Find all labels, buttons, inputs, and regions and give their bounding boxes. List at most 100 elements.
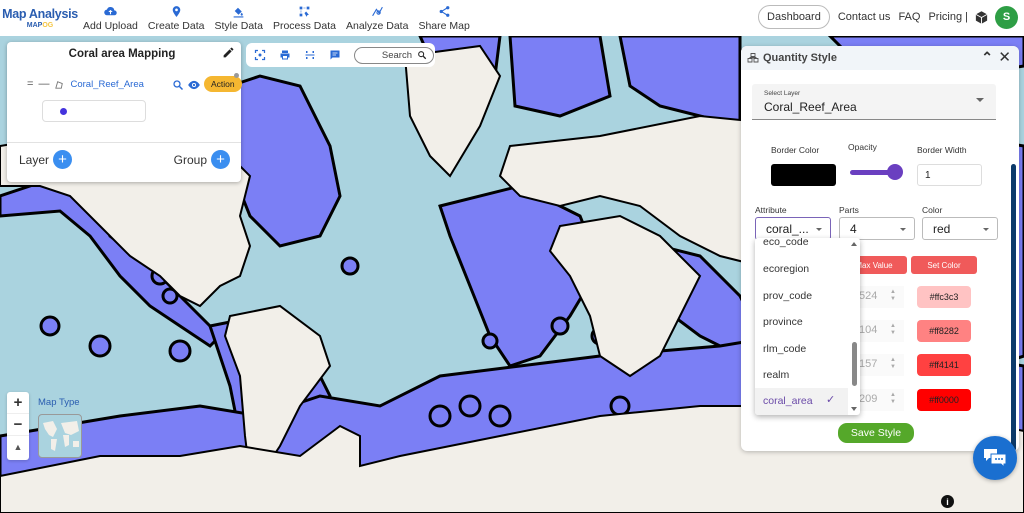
parts-value: 4 [850, 222, 857, 236]
add-group-button[interactable]: + [211, 150, 230, 169]
dropdown-option[interactable]: rlm_code [763, 343, 806, 355]
max-value-input[interactable]: 104 ▲ ▼ [854, 320, 904, 342]
attribute-select[interactable]: coral_... [755, 217, 831, 240]
action-button[interactable]: Action [204, 76, 242, 92]
select-layer-label: Select Layer [764, 90, 801, 97]
basemap-switcher[interactable] [38, 414, 82, 458]
zoom-to-layer-icon[interactable] [172, 79, 184, 91]
layer-row: = — Coral_Reef_Area Action [27, 73, 242, 92]
stepper-icon[interactable]: ▲ ▼ [890, 323, 896, 337]
max-value-input[interactable]: 157 ▲ ▼ [854, 354, 904, 376]
map-title: Coral area Mapping [68, 48, 176, 60]
zoom-in-button[interactable]: + [7, 392, 29, 414]
nav-add-upload[interactable]: Add Upload [78, 5, 143, 32]
border-color-label: Border Color [771, 145, 820, 155]
checkmark-icon: ✓ [826, 394, 836, 406]
add-layer-button[interactable]: + [53, 150, 73, 169]
dropdown-option-selected[interactable]: coral_area ✓ [755, 388, 848, 415]
layer-name-link[interactable]: Coral_Reef_Area [70, 79, 143, 90]
border-width-input[interactable]: 1 [917, 164, 982, 186]
legend-symbol [60, 108, 67, 115]
notification-dot [234, 73, 239, 78]
max-value-input[interactable]: 209 ▲ ▼ [854, 389, 904, 411]
dropdown-option[interactable]: prov_code [763, 290, 812, 302]
nav-style-data[interactable]: Style Data [210, 5, 268, 32]
mini-world-thumbnail [43, 421, 79, 451]
print-icon[interactable] [279, 49, 291, 61]
dropdown-option[interactable]: ecoregion [763, 263, 809, 275]
process-icon [299, 6, 310, 17]
nav-create-data[interactable]: Create Data [143, 5, 210, 32]
select-layer-dropdown[interactable]: Select Layer Coral_Reef_Area [752, 84, 996, 120]
map-toolbar: Search [246, 43, 435, 67]
stepper-icon[interactable]: ▲ ▼ [890, 357, 896, 371]
dashboard-button[interactable]: Dashboard [758, 5, 830, 29]
faq-link[interactable]: FAQ [898, 11, 920, 23]
color-swatch[interactable]: #ffc3c3 [917, 286, 971, 308]
color-label: Color [922, 205, 943, 215]
dropdown-option[interactable]: province [763, 316, 803, 328]
contact-link[interactable]: Contact us [838, 11, 891, 23]
selected-option-label: coral_area [763, 395, 813, 407]
chat-support-button[interactable] [973, 436, 1017, 480]
max-value-input[interactable]: 524 ▲ ▼ [854, 286, 904, 308]
nav-analyze-data[interactable]: Analyze Data [341, 5, 413, 32]
dropdown-option[interactable]: realm [763, 369, 789, 381]
dropdown-scrollbar-thumb[interactable] [852, 342, 857, 386]
layer-label: Layer [19, 152, 50, 167]
parts-select[interactable]: 4 [839, 217, 915, 240]
scroll-up-arrow-icon[interactable] [851, 242, 857, 246]
top-navbar: Map Analysis MAPOG Add Upload Create Dat… [0, 0, 1024, 36]
scroll-down-arrow-icon[interactable] [851, 407, 857, 411]
drag-handle-icon[interactable]: = — [27, 78, 50, 90]
share-icon [439, 5, 449, 17]
layer-legend [42, 100, 146, 122]
opacity-slider-handle[interactable] [887, 164, 903, 180]
user-avatar[interactable]: S [995, 5, 1018, 29]
select-layer-value: Coral_Reef_Area [764, 100, 857, 114]
nav-share-map[interactable]: Share Map [413, 5, 474, 32]
chat-bubbles-icon [984, 449, 1007, 469]
stepper-icon[interactable]: ▲ ▼ [890, 289, 896, 303]
color-swatch[interactable]: #ff8282 [917, 320, 971, 342]
panel-title: Quantity Style [763, 52, 837, 64]
top-right-nav: Dashboard Contact us FAQ Pricing | S [758, 5, 1018, 29]
border-color-picker[interactable] [771, 164, 836, 186]
save-style-button[interactable]: Save Style [838, 423, 914, 443]
chevron-down-icon [983, 228, 989, 231]
pencil-edit-icon[interactable] [222, 46, 235, 59]
measure-icon[interactable] [304, 49, 316, 61]
nav-label: Analyze Data [345, 19, 409, 32]
compass-reset-button[interactable]: ▲ [7, 436, 29, 458]
panel-scrollbar[interactable] [1011, 164, 1016, 451]
comment-icon[interactable] [329, 49, 341, 61]
chevron-down-icon [976, 98, 984, 102]
nav-process-data[interactable]: Process Data [268, 5, 341, 32]
main-nav: Add Upload Create Data Style Data Proces… [78, 5, 475, 32]
max-value-text: 524 [859, 290, 878, 302]
map-search[interactable]: Search [354, 46, 434, 64]
close-icon[interactable]: ✕ [998, 48, 1011, 66]
divider [7, 142, 241, 143]
color-swatch[interactable]: #ff4141 [917, 354, 971, 376]
zoom-out-button[interactable]: − [7, 414, 29, 436]
attribute-value: coral_... [766, 222, 809, 236]
stepper-icon[interactable]: ▲ ▼ [890, 392, 896, 406]
cube-icon[interactable] [974, 10, 989, 25]
color-ramp-select[interactable]: red [922, 217, 998, 240]
layers-style-icon [747, 53, 759, 63]
dropdown-option[interactable]: eco_code [763, 238, 809, 248]
nav-label: Process Data [272, 19, 336, 32]
pricing-link[interactable]: Pricing | [928, 11, 968, 23]
set-color-header: Set Color [911, 256, 977, 274]
polygon-geometry-icon [55, 80, 64, 89]
collapse-icon[interactable]: ⌃ [981, 49, 993, 66]
max-value-text: 157 [859, 358, 878, 370]
brand-logo[interactable]: Map Analysis MAPOG [0, 7, 78, 29]
eye-visibility-icon[interactable] [187, 79, 201, 91]
fullscreen-focus-icon[interactable] [254, 49, 266, 61]
info-icon[interactable]: i [941, 495, 954, 508]
analyze-icon [371, 6, 383, 16]
color-swatch[interactable]: #ff0000 [917, 389, 971, 411]
group-label: Group [173, 152, 207, 167]
